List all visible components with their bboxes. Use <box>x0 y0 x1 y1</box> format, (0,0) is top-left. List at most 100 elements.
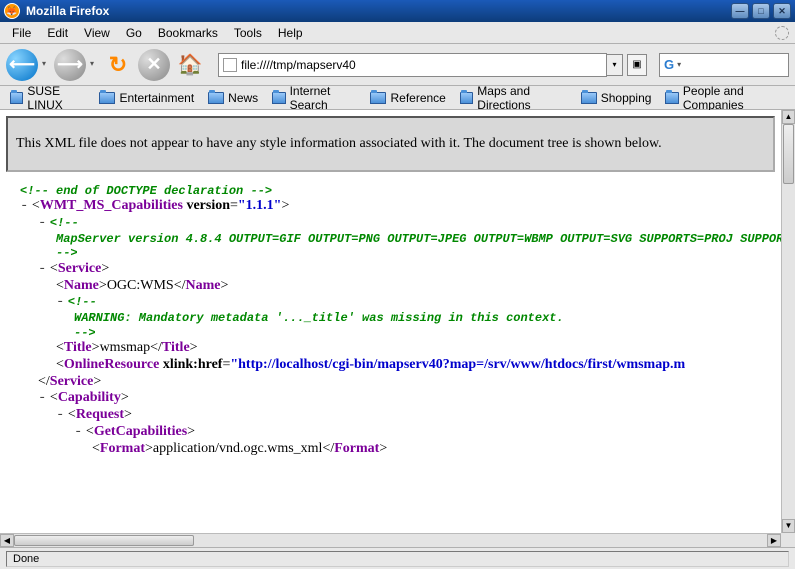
scroll-down-button[interactable]: ▼ <box>782 519 795 533</box>
content-area: This XML file does not appear to have an… <box>0 110 795 547</box>
bookmark-news[interactable]: News <box>202 89 264 107</box>
scrollbar-corner <box>781 533 795 547</box>
twisty-icon[interactable]: - <box>38 215 46 231</box>
search-engine-dropdown[interactable]: ▾ <box>677 60 681 69</box>
folder-icon <box>272 92 285 104</box>
bookmark-internet-search[interactable]: Internet Search <box>266 82 362 114</box>
xml-tree: <!-- end of DOCTYPE declaration --> - <W… <box>0 178 781 464</box>
xml-element: Name <box>64 278 99 293</box>
bookmark-suse[interactable]: SUSE LINUX <box>4 82 91 114</box>
bookmark-label: People and Companies <box>683 84 785 112</box>
xml-comment: <!-- <box>50 216 79 230</box>
maximize-button[interactable]: □ <box>752 3 770 19</box>
search-bar[interactable]: G ▾ <box>659 53 789 77</box>
menu-file[interactable]: File <box>4 24 39 42</box>
close-button[interactable]: ✕ <box>773 3 791 19</box>
xml-attr: xlink:href <box>163 357 223 372</box>
scroll-thumb[interactable] <box>783 124 794 184</box>
scroll-track[interactable] <box>14 534 767 547</box>
menu-edit[interactable]: Edit <box>39 24 76 42</box>
folder-icon <box>460 92 473 104</box>
xml-element: Request <box>76 407 124 422</box>
url-bar[interactable] <box>218 53 607 77</box>
bookmark-label: Maps and Directions <box>477 84 566 112</box>
bookmark-label: Shopping <box>601 91 652 105</box>
folder-icon <box>370 92 386 104</box>
nav-toolbar: ⟵ ▾ ⟶ ▾ ↻ ✕ 🏠 ▾ ▣ G ▾ <box>0 44 795 86</box>
bookmark-label: SUSE LINUX <box>27 84 85 112</box>
search-engine-icon[interactable]: G <box>664 57 674 72</box>
scroll-left-button[interactable]: ◀ <box>0 534 14 547</box>
page-icon <box>223 58 237 72</box>
bookmark-entertainment[interactable]: Entertainment <box>93 89 200 107</box>
forward-history-dropdown[interactable]: ▾ <box>90 59 96 71</box>
menu-bar: File Edit View Go Bookmarks Tools Help <box>0 22 795 44</box>
xml-attr-val: "http://localhost/cgi-bin/mapserv40?map=… <box>230 357 685 372</box>
url-history-dropdown[interactable]: ▾ <box>607 54 623 76</box>
scroll-right-button[interactable]: ▶ <box>767 534 781 547</box>
xml-text: wmsmap <box>100 340 151 355</box>
back-history-dropdown[interactable]: ▾ <box>42 59 48 71</box>
xml-attr: version <box>186 198 230 213</box>
status-bar: Done <box>0 547 795 569</box>
firefox-icon: 🦊 <box>4 3 20 19</box>
go-button[interactable]: ▣ <box>627 54 647 76</box>
window-titlebar: 🦊 Mozilla Firefox — □ ✕ <box>0 0 795 22</box>
reload-button[interactable]: ↻ <box>102 49 134 81</box>
menu-go[interactable]: Go <box>118 24 150 42</box>
bookmark-people[interactable]: People and Companies <box>659 82 791 114</box>
search-input[interactable] <box>684 58 784 72</box>
bookmark-maps[interactable]: Maps and Directions <box>454 82 573 114</box>
xml-element: GetCapabilities <box>94 424 187 439</box>
twisty-icon[interactable]: - <box>38 261 46 277</box>
xml-comment: --> <box>8 326 773 340</box>
scroll-up-button[interactable]: ▲ <box>782 110 795 124</box>
twisty-icon[interactable]: - <box>56 407 64 423</box>
xml-element: Name <box>186 278 221 293</box>
minimize-button[interactable]: — <box>731 3 749 19</box>
forward-button[interactable]: ⟶ <box>54 49 86 81</box>
stop-button[interactable]: ✕ <box>138 49 170 81</box>
menu-bookmarks[interactable]: Bookmarks <box>150 24 226 42</box>
xml-comment: --> <box>8 246 773 260</box>
folder-icon <box>208 92 224 104</box>
xml-element: Title <box>162 340 190 355</box>
xml-element: WMT_MS_Capabilities <box>40 198 183 213</box>
bookmark-label: Reference <box>390 91 445 105</box>
xml-element: Service <box>50 374 94 389</box>
home-button[interactable]: 🏠 <box>174 49 206 81</box>
vertical-scrollbar[interactable]: ▲ ▼ <box>781 110 795 533</box>
twisty-icon[interactable]: - <box>74 424 82 440</box>
xml-comment: WARNING: Mandatory metadata '..._title' … <box>8 311 773 325</box>
twisty-icon[interactable]: - <box>20 198 28 214</box>
folder-icon <box>99 92 115 104</box>
xml-attr-val: "1.1.1" <box>238 198 282 213</box>
url-input[interactable] <box>241 58 602 72</box>
xml-notice: This XML file does not appear to have an… <box>6 116 775 172</box>
throbber-icon <box>775 26 789 40</box>
xml-element: Format <box>334 441 379 456</box>
xml-comment: <!-- <box>68 295 97 309</box>
xml-element: Format <box>100 441 145 456</box>
bookmarks-toolbar: SUSE LINUX Entertainment News Internet S… <box>0 86 795 110</box>
xml-element: Capability <box>58 390 121 405</box>
folder-icon <box>581 92 597 104</box>
bookmark-reference[interactable]: Reference <box>364 89 451 107</box>
xml-text: application/vnd.ogc.wms_xml <box>153 441 323 456</box>
bookmark-shopping[interactable]: Shopping <box>575 89 658 107</box>
window-title: Mozilla Firefox <box>26 4 728 18</box>
menu-tools[interactable]: Tools <box>226 24 270 42</box>
menu-view[interactable]: View <box>76 24 118 42</box>
twisty-icon[interactable]: - <box>38 390 46 406</box>
xml-comment: MapServer version 4.8.4 OUTPUT=GIF OUTPU… <box>8 232 773 246</box>
menu-help[interactable]: Help <box>270 24 311 42</box>
xml-element: Service <box>58 261 102 276</box>
xml-text: OGC:WMS <box>107 278 174 293</box>
xml-comment: <!-- end of DOCTYPE declaration --> <box>8 184 773 198</box>
scroll-thumb[interactable] <box>14 535 194 546</box>
scroll-track[interactable] <box>782 124 795 519</box>
twisty-icon[interactable]: - <box>56 294 64 310</box>
horizontal-scrollbar[interactable]: ◀ ▶ <box>0 533 781 547</box>
status-text: Done <box>6 551 789 567</box>
back-button[interactable]: ⟵ <box>6 49 38 81</box>
